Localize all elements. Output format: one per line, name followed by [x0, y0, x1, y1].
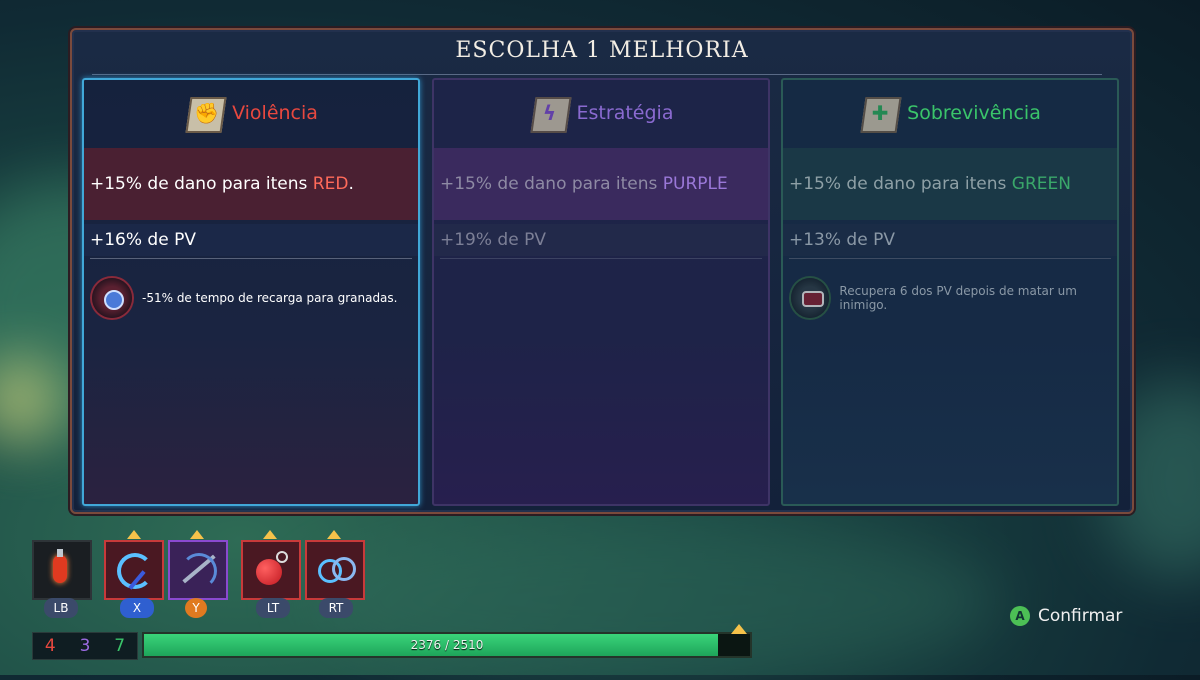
card-sobrevivencia[interactable]: ✚ Sobrevivência +15% de dano para itens … [781, 78, 1119, 506]
key-badge-lt: LT [256, 598, 290, 618]
xp-bar: 2376 / 2510 [142, 632, 752, 658]
green-scroll-count: 7 [114, 636, 126, 656]
slot-crossbow[interactable] [168, 540, 228, 600]
bonus-effect: -51% de tempo de recarga para granadas. [92, 278, 397, 318]
bonus-text: Recupera 6 dos PV depois de matar um ini… [839, 284, 1077, 312]
bonus-text: -51% de tempo de recarga para granadas. [142, 291, 398, 305]
hp-stat: +13% de PV [783, 224, 1117, 256]
title-divider [92, 74, 1102, 75]
slot-potion[interactable] [32, 540, 92, 600]
divider [440, 258, 762, 259]
divider [789, 258, 1111, 259]
level-up-arrow-icon [731, 624, 747, 634]
key-badge-rt: RT [319, 598, 353, 618]
slot-whip[interactable] [104, 540, 164, 600]
divider [90, 258, 412, 259]
hp-stat: +16% de PV [84, 224, 418, 256]
color-word: PURPLE [662, 174, 728, 194]
grenade-cooldown-icon [92, 278, 132, 318]
whip-icon [109, 545, 159, 595]
ring-icon [310, 545, 360, 595]
card-estrategia[interactable]: ϟ Estratégia +15% de dano para itens PUR… [432, 78, 770, 506]
card-header: ✊ Violência [84, 86, 418, 140]
key-badge-y: Y [185, 598, 207, 618]
card-violencia[interactable]: ✊ Violência +15% de dano para itens RED.… [82, 78, 420, 506]
upgrade-arrow-icon [190, 530, 204, 539]
upgrade-dialog: ESCOLHA 1 MELHORIA ✊ Violência +15% de d… [70, 28, 1134, 514]
card-header: ϟ Estratégia [434, 86, 768, 140]
hp-stat: +19% de PV [434, 224, 768, 256]
key-badge-lb: LB [44, 598, 78, 618]
cross-scroll-icon: ✚ [859, 93, 902, 133]
card-title: Sobrevivência [907, 102, 1041, 124]
upgrade-arrow-icon [263, 530, 277, 539]
lightning-scroll-icon: ϟ [529, 93, 572, 133]
confirm-label: Confirmar [1038, 606, 1123, 626]
slot-bomb[interactable] [241, 540, 301, 600]
damage-stat: +15% de dano para itens PURPLE [434, 148, 768, 220]
monster-mouth-icon [791, 278, 830, 318]
potion-icon [37, 545, 87, 595]
red-scroll-count: 4 [44, 636, 56, 656]
card-header: ✚ Sobrevivência [783, 86, 1117, 140]
card-title: Estratégia [576, 102, 674, 124]
bomb-icon [246, 545, 296, 595]
confirm-prompt[interactable]: A Confirmar [1010, 606, 1122, 626]
damage-stat: +15% de dano para itens RED. [84, 148, 418, 220]
bonus-effect: Recupera 6 dos PV depois de matar um ini… [791, 278, 1117, 318]
a-button-icon: A [1010, 606, 1030, 626]
slot-ring[interactable] [305, 540, 365, 600]
card-title: Violência [232, 102, 318, 124]
color-word: GREEN [1011, 174, 1071, 194]
dialog-title: ESCOLHA 1 MELHORIA [455, 38, 749, 63]
xp-text: 2376 / 2510 [410, 638, 484, 652]
scroll-counts: 4 3 7 [32, 632, 138, 660]
color-word: RED [312, 174, 349, 194]
purple-scroll-count: 3 [79, 636, 91, 656]
key-badge-x: X [120, 598, 154, 618]
upgrade-arrow-icon [327, 530, 341, 539]
crossbow-icon [173, 545, 223, 595]
fist-scroll-icon: ✊ [184, 93, 227, 133]
damage-stat: +15% de dano para itens GREEN [783, 148, 1117, 220]
upgrade-arrow-icon [127, 530, 141, 539]
